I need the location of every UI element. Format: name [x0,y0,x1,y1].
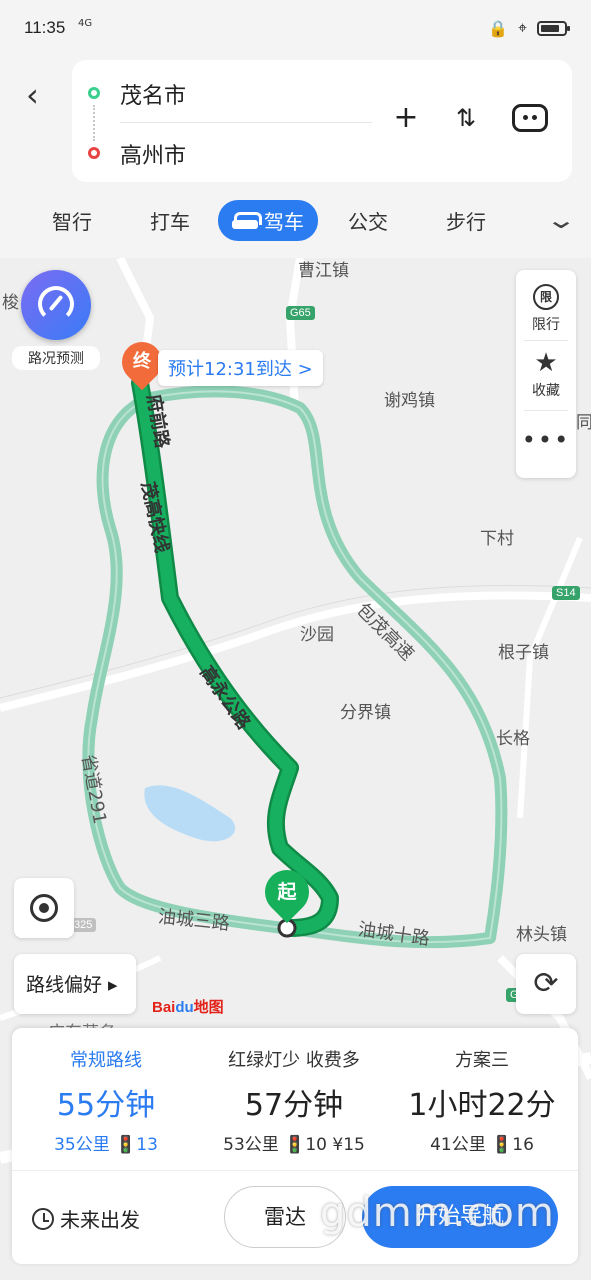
watermark: gdmm.com [320,1190,555,1236]
more-tools-icon[interactable]: ••• [516,428,576,452]
plan-card[interactable]: 常规路线 55分钟 35公里 🚦13 [12,1046,200,1155]
place-label: 谢鸡镇 [384,391,435,411]
tab-transit[interactable]: 公交 [348,206,388,235]
status-icons: 🔒 ⌖ [488,18,570,38]
plan-duration: 1小时22分 [408,1088,556,1123]
divider [524,340,568,341]
favorite-button[interactable]: ★ 收藏 [516,350,576,400]
route-connector [93,105,95,141]
car-icon [232,211,262,230]
route-header: ‹ 茂名市 高州市 + ⇅ 智行 打车 驾车 公交 步行 ⌄ [0,58,591,258]
favorite-label: 收藏 [532,383,560,399]
depart-later-label: 未来出发 [60,1208,140,1232]
route-preference-button[interactable]: 路线偏好 ▸ [14,954,136,1014]
place-label: 沙园 [300,625,334,645]
divider [12,1170,578,1171]
logo-text-map: 地图 [193,999,224,1016]
map-tool-panel: 限 限行 ★ 收藏 ••• [516,270,576,478]
divider [524,410,568,411]
highway-shield: S14 [552,586,580,600]
plan-title: 常规路线 [70,1050,142,1071]
refresh-icon[interactable]: ⟳ [516,954,576,1014]
logo-text-bai: Bai [152,999,176,1016]
locate-me-button[interactable] [14,878,74,938]
place-label: 曹江镇 [298,261,349,281]
depart-later-button[interactable]: 未来出发 [32,1204,140,1233]
origin-marker[interactable]: 起 [255,860,319,924]
clock-icon [32,1207,54,1230]
place-label: 根子镇 [498,643,549,663]
logo-paw: du [175,999,194,1016]
highway-shield: G65 [286,306,315,320]
star-icon: ★ [534,348,558,378]
crosshair-icon [30,894,58,922]
place-label: 同 [576,413,591,433]
destination-field[interactable]: 高州市 [120,138,186,170]
tab-smart[interactable]: 智行 [52,206,92,235]
start-marker-label: 起 [277,881,297,903]
travel-mode-tabs: 智行 打车 驾车 公交 步行 ⌄ [0,198,591,246]
traffic-limit-button[interactable]: 限 限行 [516,284,576,334]
swap-route-icon[interactable]: ⇅ [446,104,486,132]
more-options-icon[interactable] [512,104,548,132]
limit-icon: 限 [533,284,559,310]
eta-label[interactable]: 预计12:31到达 > [158,350,323,386]
plan-title: 方案三 [455,1050,509,1071]
traffic-forecast-label: 路况预测 [12,346,100,370]
plan-card[interactable]: 红绿灯少 收费多 57分钟 53公里 🚦10 ¥15 [200,1046,388,1155]
chevron-down-icon[interactable]: ⌄ [545,206,577,234]
tab-walk[interactable]: 步行 [446,206,486,235]
place-label: 林头镇 [516,925,567,945]
tab-drive-label: 驾车 [264,210,304,234]
route-input-box: 茂名市 高州市 + ⇅ [72,60,572,182]
lock-rotation-icon: 🔒 [488,18,508,38]
plan-meta: 53公里 🚦10 ¥15 [223,1135,365,1155]
plan-meta: 41公里 🚦16 [430,1135,534,1155]
battery-icon [537,20,570,36]
start-dot-icon [88,87,100,99]
divider [120,122,372,123]
status-bar: 11:35 4G 🔒 ⌖ [0,0,591,58]
add-waypoint-icon[interactable]: + [386,100,426,135]
plan-duration: 57分钟 [244,1088,344,1123]
place-label: 下村 [480,529,514,549]
signal-label: 4G [78,18,93,29]
place-label: 分界镇 [340,703,391,723]
traffic-forecast-button[interactable]: 路况预测 [12,268,100,370]
status-time: 11:35 [24,18,66,37]
location-icon: ⌖ [517,18,527,37]
plan-duration: 55分钟 [56,1088,156,1123]
end-dot-icon [88,147,100,159]
back-icon[interactable]: ‹ [26,76,39,114]
place-label: 长格 [496,729,530,749]
plan-card[interactable]: 方案三 1小时22分 41公里 🚦16 [388,1046,576,1155]
origin-field[interactable]: 茂名市 [120,78,186,110]
tab-drive[interactable]: 驾车 [218,200,318,241]
tab-taxi[interactable]: 打车 [150,206,190,235]
end-marker-label: 终 [133,351,151,372]
limit-label: 限行 [532,317,560,333]
plan-meta: 35公里 🚦13 [54,1135,158,1155]
baidu-map-logo: Baidu地图 [152,996,224,1017]
plan-title: 红绿灯少 收费多 [228,1050,360,1071]
